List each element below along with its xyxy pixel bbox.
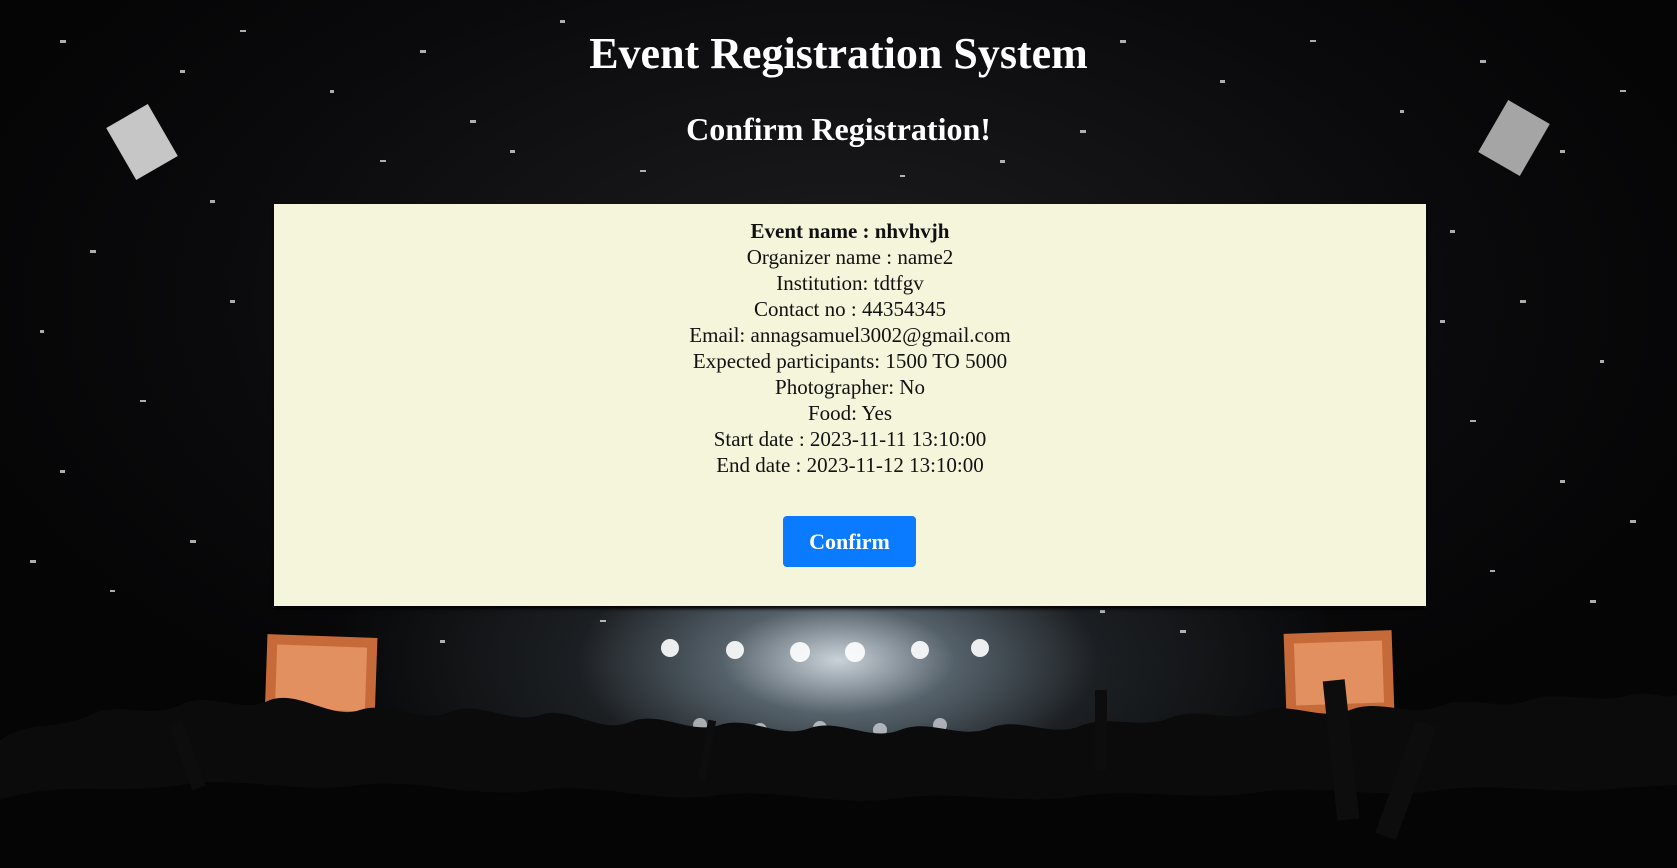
- photographer-text: Photographer: No: [775, 375, 925, 399]
- expected-participants-text: Expected participants: 1500 TO 5000: [692, 349, 1008, 373]
- end-date-text: End date : 2023-11-12 13:10:00: [716, 453, 984, 477]
- registration-summary-card: Event name : nhvhvjh Organizer name : na…: [274, 204, 1426, 606]
- page-subtitle: Confirm Registration!: [686, 111, 991, 147]
- email-text: Email: annagsamuel3002@gmail.com: [689, 323, 1011, 347]
- food-text: Food: Yes: [807, 401, 893, 425]
- contact-number-text: Contact no : 44354345: [754, 297, 946, 321]
- registration-details: Event name : nhvhvjh Organizer name : na…: [274, 204, 1426, 478]
- organizer-name-text: Organizer name : name2: [746, 245, 954, 269]
- confirm-button[interactable]: Confirm: [783, 516, 916, 567]
- page-title: Event Registration System: [589, 29, 1088, 78]
- institution-text: Institution: tdtfgv: [776, 271, 924, 295]
- start-date-text: Start date : 2023-11-11 13:10:00: [713, 427, 987, 451]
- event-name-text: Event name : nhvhvjh: [750, 219, 950, 243]
